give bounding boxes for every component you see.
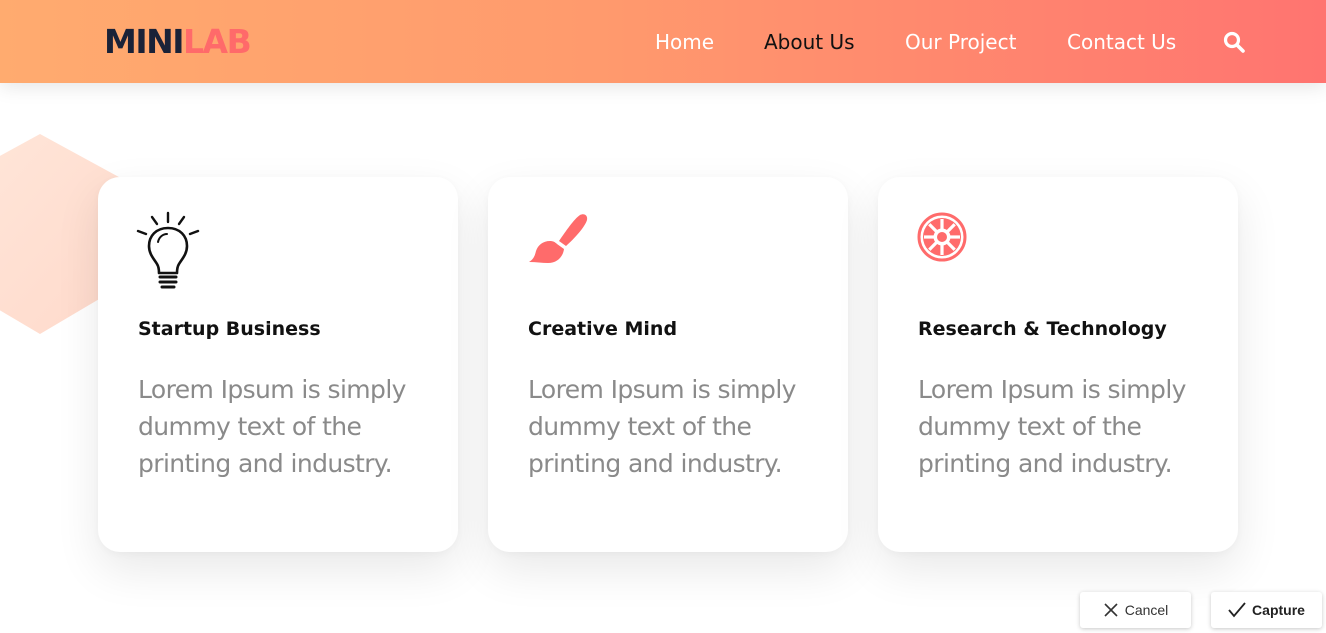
search-icon[interactable]: [1222, 30, 1246, 54]
capture-label: Capture: [1252, 602, 1305, 618]
lightbulb-icon: [136, 211, 200, 289]
page: MINILAB Home About Us Our Project Contac…: [0, 0, 1326, 633]
card-title: Creative Mind: [528, 318, 678, 340]
close-icon: [1104, 603, 1118, 617]
card-title: Research & Technology: [918, 318, 1167, 340]
nav-contact-us[interactable]: Contact Us: [1067, 28, 1176, 56]
cancel-button[interactable]: Cancel: [1080, 592, 1191, 628]
empire-icon: [917, 212, 967, 262]
cancel-label: Cancel: [1124, 602, 1169, 618]
logo-part-mini: MINI: [104, 22, 185, 61]
header: MINILAB Home About Us Our Project Contac…: [0, 0, 1326, 83]
card-creative-mind: Creative Mind Lorem Ipsum is simply dumm…: [488, 177, 848, 552]
card-description: Lorem Ipsum is simply dummy text of the …: [138, 375, 406, 478]
nav-about-us[interactable]: About Us: [764, 28, 855, 56]
paintbrush-icon: [529, 214, 588, 263]
nav-home[interactable]: Home: [655, 28, 714, 56]
nav-our-project[interactable]: Our Project: [905, 28, 1016, 56]
card-description: Lorem Ipsum is simply dummy text of the …: [918, 375, 1186, 478]
card-research-technology: Research & Technology Lorem Ipsum is sim…: [878, 177, 1238, 552]
capture-button[interactable]: Capture: [1211, 592, 1322, 628]
checkmark-icon: [1228, 602, 1246, 618]
card-startup-business: Startup Business Lorem Ipsum is simply d…: [98, 177, 458, 552]
card-description: Lorem Ipsum is simply dummy text of the …: [528, 375, 796, 478]
card-title: Startup Business: [138, 318, 321, 340]
logo[interactable]: MINILAB: [104, 22, 252, 62]
logo-part-lab: LAB: [183, 22, 252, 61]
